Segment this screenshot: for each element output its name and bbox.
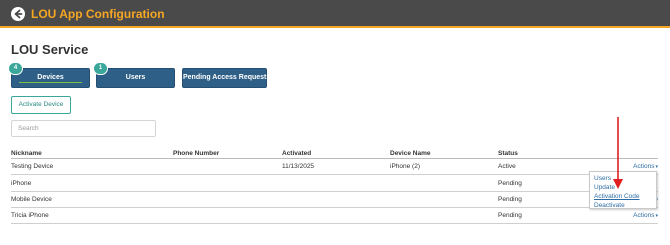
actions-label: Actions bbox=[633, 163, 655, 170]
status-cell: Active bbox=[498, 163, 516, 170]
nickname-cell: Testing Device bbox=[11, 163, 54, 170]
search-input[interactable] bbox=[11, 120, 156, 137]
app-header: LOU App Configuration bbox=[0, 0, 670, 28]
nickname-cell: Mobile Device bbox=[11, 196, 52, 203]
nickname-cell: Tricia iPhone bbox=[11, 212, 49, 219]
status-cell: Pending bbox=[498, 212, 522, 219]
tab-pending-label: Pending Access Requests bbox=[183, 74, 271, 81]
caret-down-icon: ▾ bbox=[655, 164, 658, 170]
users-count-badge: 1 bbox=[93, 62, 108, 75]
caret-down-icon: ▾ bbox=[655, 213, 658, 219]
activate-device-button[interactable]: Activate Device bbox=[11, 96, 71, 114]
annotation-arrow-icon bbox=[613, 117, 623, 189]
table-row: Tricia iPhone Pending Actions▾ bbox=[11, 208, 658, 224]
column-header-status[interactable]: Status bbox=[498, 150, 518, 157]
table-row: Testing Device 11/13/2025 iPhone (2) Act… bbox=[11, 159, 658, 175]
active-tab-indicator bbox=[19, 82, 82, 83]
menu-item-deactivate[interactable]: Deactivate bbox=[594, 201, 656, 210]
page-title: LOU Service bbox=[11, 42, 89, 57]
activated-cell: 11/13/2025 bbox=[282, 163, 315, 170]
column-header-device-name[interactable]: Device Name bbox=[390, 150, 430, 157]
tab-devices-label: Devices bbox=[37, 74, 64, 81]
tab-pending-access-requests[interactable]: Pending Access Requests bbox=[182, 68, 271, 88]
back-arrow-icon[interactable] bbox=[11, 7, 25, 21]
column-header-phone-number[interactable]: Phone Number bbox=[173, 150, 219, 157]
column-header-nickname[interactable]: Nickname bbox=[11, 150, 42, 157]
app-title: LOU App Configuration bbox=[31, 7, 165, 21]
actions-menu-button[interactable]: Actions▾ bbox=[633, 163, 658, 170]
tab-devices[interactable]: 4 Devices bbox=[8, 62, 90, 88]
status-cell: Pending bbox=[498, 196, 522, 203]
actions-label: Actions bbox=[633, 212, 655, 219]
tab-users-label: Users bbox=[125, 74, 146, 81]
devices-count-badge: 4 bbox=[8, 62, 23, 75]
status-cell: Pending bbox=[498, 180, 522, 187]
table-row: iPhone Pending bbox=[11, 176, 658, 192]
tab-users[interactable]: 1 Users bbox=[93, 62, 175, 88]
menu-item-activation-code[interactable]: Activation Code bbox=[594, 192, 656, 201]
column-header-activated[interactable]: Activated bbox=[282, 150, 311, 157]
actions-menu-button[interactable]: Actions▾ bbox=[633, 212, 658, 219]
table-row: Mobile Device Pending ▾ bbox=[11, 192, 658, 208]
device-name-cell: iPhone (2) bbox=[390, 163, 420, 170]
nickname-cell: iPhone bbox=[11, 180, 32, 187]
